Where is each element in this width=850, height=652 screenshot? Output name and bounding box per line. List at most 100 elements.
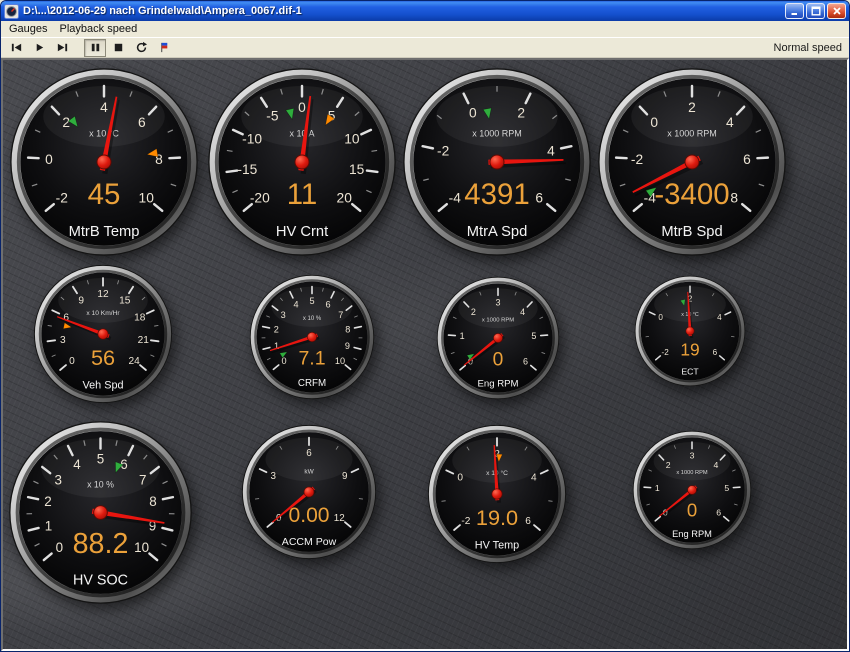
gauge-scale-number: 10 <box>344 132 360 147</box>
loop-playback-button[interactable] <box>130 39 152 57</box>
gauge-scale-number: 0 <box>69 356 75 367</box>
gauge-label: HV Temp <box>475 540 519 552</box>
needle-hub <box>688 486 697 495</box>
gauge-label: CRFM <box>298 378 326 389</box>
gauge-scale-number: 3 <box>690 450 695 460</box>
needle-hub <box>493 333 502 342</box>
gauge-value: 56 <box>91 345 115 370</box>
gauge-value: 88.2 <box>73 528 129 560</box>
skip-to-end-button[interactable] <box>51 39 73 57</box>
gauge-multiplier: x 10 Km/Hr <box>86 310 120 317</box>
maximize-button[interactable] <box>806 3 825 19</box>
gauge-scale-number: 0 <box>56 540 63 555</box>
gauge-label: MtrA Spd <box>467 224 528 240</box>
pause-icon <box>89 41 102 54</box>
gauge-scale-number: 6 <box>325 299 330 309</box>
needle-hub <box>304 487 314 497</box>
gauge-scale-number: 3 <box>281 310 286 320</box>
playback-marker-button[interactable] <box>153 39 175 57</box>
gauge-label: MtrB Spd <box>661 224 722 240</box>
gauge-scale-number: -20 <box>250 190 270 205</box>
needle-hub <box>98 329 108 339</box>
playback-speed-status: Normal speed <box>774 42 845 54</box>
gauge-eng-rpm: 0123456x 1000 RPM0Eng RPM <box>632 430 752 550</box>
gauge-scale-number: 4 <box>547 144 555 159</box>
gauge-scale-number: 3 <box>496 297 501 307</box>
gauge-label: HV SOC <box>73 573 128 589</box>
gauge-scale-number: 8 <box>730 190 738 205</box>
gauge-scale-number: 8 <box>149 494 156 509</box>
needle-hub <box>97 155 111 169</box>
stop-button[interactable] <box>107 39 129 57</box>
gauge-scale-number: 6 <box>306 448 312 459</box>
gauge-scale-number: 0 <box>469 105 477 120</box>
gauge-scale-number: 3 <box>54 472 61 487</box>
gauge-scale-number: 4 <box>531 472 537 483</box>
menu-playback-speed[interactable]: Playback speed <box>54 22 144 36</box>
needle-hub <box>492 489 502 499</box>
gauge-value: 19.0 <box>476 505 518 530</box>
needle-hub <box>490 155 504 169</box>
pause-button[interactable] <box>84 39 106 57</box>
loop-icon <box>135 41 148 54</box>
gauge-hv-soc: 012345678910x 10 %88.2HV SOC <box>8 420 193 605</box>
title-bar[interactable]: D:\...\2012-06-29 nach Grindelwald\Amper… <box>1 1 849 21</box>
gauge-scale-number: 2 <box>274 325 279 335</box>
gauge-scale-number: -10 <box>242 132 262 147</box>
close-button[interactable] <box>827 3 846 19</box>
gauge-scale-number: 4 <box>717 313 722 322</box>
gauge-value: 11 <box>287 178 318 211</box>
gauge-scale-number: 2 <box>688 100 696 115</box>
minimize-button[interactable] <box>785 3 804 19</box>
gauge-scale-number: 3 <box>60 335 66 346</box>
stop-icon <box>112 41 125 54</box>
gauge-label: Veh Spd <box>82 380 123 392</box>
gauge-mtra-spd: -4-20246x 1000 RPM4391MtrA Spd <box>402 67 592 257</box>
gauge-scale-number: 6 <box>535 190 543 205</box>
gauge-scale-number: 8 <box>345 325 350 335</box>
gauge-scale-number: -2 <box>461 516 470 527</box>
gauge-scale-number: 10 <box>139 190 155 205</box>
gauge-multiplier: x 10 % <box>87 480 114 490</box>
gauge-veh-spd: 03691215182124x 10 Km/Hr56Veh Spd <box>33 264 173 404</box>
gauge-scale-number: 2 <box>517 105 525 120</box>
toolbar-separator <box>74 47 83 48</box>
gauge-scale-number: 24 <box>128 356 140 367</box>
gauge-scale-number: -2 <box>662 348 670 357</box>
gauge-scale-number: 0 <box>45 152 53 167</box>
skip-to-start-button[interactable] <box>5 39 27 57</box>
menu-gauges[interactable]: Gauges <box>3 22 54 36</box>
gauge-scale-number: 9 <box>342 471 348 482</box>
app-icon <box>4 4 19 19</box>
gauge-scale-number: 6 <box>716 508 721 518</box>
gauge-panel: -20246810x 10 °C45MtrB Temp-20-15-10-505… <box>1 58 849 651</box>
gauge-value: 0 <box>493 349 504 370</box>
gauge-value: 0.00 <box>288 504 329 527</box>
gauge-multiplier: x 10 % <box>303 316 322 322</box>
gauge-scale-number: 9 <box>345 341 350 351</box>
gauge-scale-number: -2 <box>631 152 643 167</box>
minimize-icon <box>790 6 800 16</box>
gauge-scale-number: 2 <box>62 115 70 130</box>
gauge-scale-number: 0 <box>298 100 306 115</box>
gauge-scale-number: 9 <box>78 295 84 306</box>
play-button[interactable] <box>28 39 50 57</box>
gauge-scale-number: 18 <box>134 312 146 323</box>
play-icon <box>33 41 46 54</box>
skip-end-icon <box>56 41 69 54</box>
gauge-scale-number: 5 <box>97 452 104 467</box>
toolbar: Normal speed <box>1 37 849 58</box>
gauge-scale-number: 4 <box>726 115 734 130</box>
gauge-multiplier: x 1000 RPM <box>676 470 708 476</box>
needle-hub <box>94 506 108 520</box>
gauge-scale-number: 1 <box>655 483 660 493</box>
gauge-scale-number: 7 <box>139 472 146 487</box>
gauge-scale-number: 12 <box>97 289 109 300</box>
gauge-scale-number: 2 <box>471 307 476 317</box>
needle-hub <box>685 155 699 169</box>
gauge-scale-number: 10 <box>134 540 149 555</box>
gauge-multiplier: x 1000 RPM <box>482 317 514 323</box>
gauge-ect: -20246x 10 °C19ECT <box>634 275 746 387</box>
gauge-label: ACCM Pow <box>282 536 337 548</box>
window-controls <box>785 3 846 19</box>
